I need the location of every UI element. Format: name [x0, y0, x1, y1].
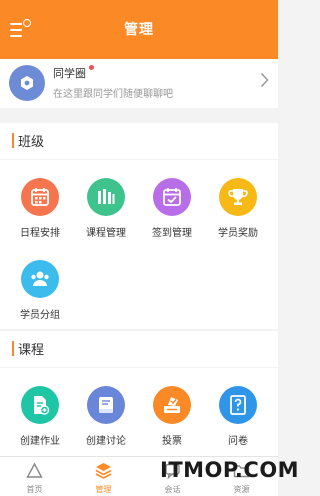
circle-avatar-icon: [9, 65, 45, 101]
vote-label: 投票: [162, 436, 182, 447]
vote-icon: [153, 386, 191, 424]
circle-name: 同学圈: [53, 67, 86, 80]
tab-manage-label: 管理: [95, 485, 112, 494]
student-group-label: 学员分组: [20, 310, 60, 321]
tab-manage[interactable]: 管理: [69, 457, 138, 496]
circle-subtitle: 在这里跟同学们随便聊聊吧: [53, 89, 173, 100]
top-bar: 管理: [0, 0, 278, 59]
class-tools-panel: 日程安排 课程管理 签到管理 学员奖励 学员分组: [0, 160, 278, 329]
tab-home[interactable]: 首页: [0, 457, 69, 496]
unread-badge: [89, 65, 94, 70]
trophy-icon: [219, 178, 257, 216]
tab-home-label: 首页: [26, 485, 43, 494]
group-icon: [21, 260, 59, 298]
classmates-circle-card[interactable]: 同学圈 在这里跟同学们随便聊聊吧: [0, 59, 278, 108]
tab-resources-label: 资源: [233, 485, 250, 494]
questionnaire-label: 问卷: [228, 436, 248, 447]
class-section-header: 班级: [0, 123, 278, 159]
class-section-title: 班级: [18, 135, 45, 150]
calendar-icon: [21, 178, 59, 216]
schedule-tile[interactable]: 日程安排: [8, 178, 72, 248]
course-management-label: 课程管理: [86, 228, 126, 239]
page-title: 管理: [124, 22, 154, 38]
course-management-tile[interactable]: 课程管理: [74, 178, 138, 248]
bar-chart-icon: [87, 178, 125, 216]
vote-tile[interactable]: 投票: [140, 386, 204, 456]
tab-chat-label: 会话: [164, 485, 181, 494]
layers-icon: [95, 463, 112, 479]
questionnaire-tile[interactable]: 问卷: [206, 386, 270, 456]
check-calendar-icon: [153, 178, 191, 216]
questionnaire-icon: [219, 386, 257, 424]
home-icon: [26, 462, 43, 478]
create-homework-tile[interactable]: 创建作业: [8, 386, 72, 456]
discussion-icon: [87, 386, 125, 424]
create-discussion-tile[interactable]: 创建讨论: [74, 386, 138, 456]
homework-icon: [21, 386, 59, 424]
student-reward-label: 学员奖励: [218, 228, 258, 239]
watermark: ITMOP.COM: [160, 458, 300, 482]
checkin-management-tile[interactable]: 签到管理: [140, 178, 204, 248]
course-section-title: 课程: [18, 343, 45, 358]
chevron-right-icon: [260, 72, 269, 88]
section-accent-bar: [12, 341, 14, 356]
checkin-management-label: 签到管理: [152, 228, 192, 239]
student-reward-tile[interactable]: 学员奖励: [206, 178, 270, 248]
course-section-header: 课程: [0, 331, 278, 367]
create-homework-label: 创建作业: [20, 436, 60, 447]
section-accent-bar: [12, 133, 14, 148]
course-tools-panel: 创建作业 创建讨论 投票 问卷: [0, 368, 278, 456]
create-discussion-label: 创建讨论: [86, 436, 126, 447]
schedule-label: 日程安排: [20, 228, 60, 239]
student-group-tile[interactable]: 学员分组: [8, 260, 72, 330]
